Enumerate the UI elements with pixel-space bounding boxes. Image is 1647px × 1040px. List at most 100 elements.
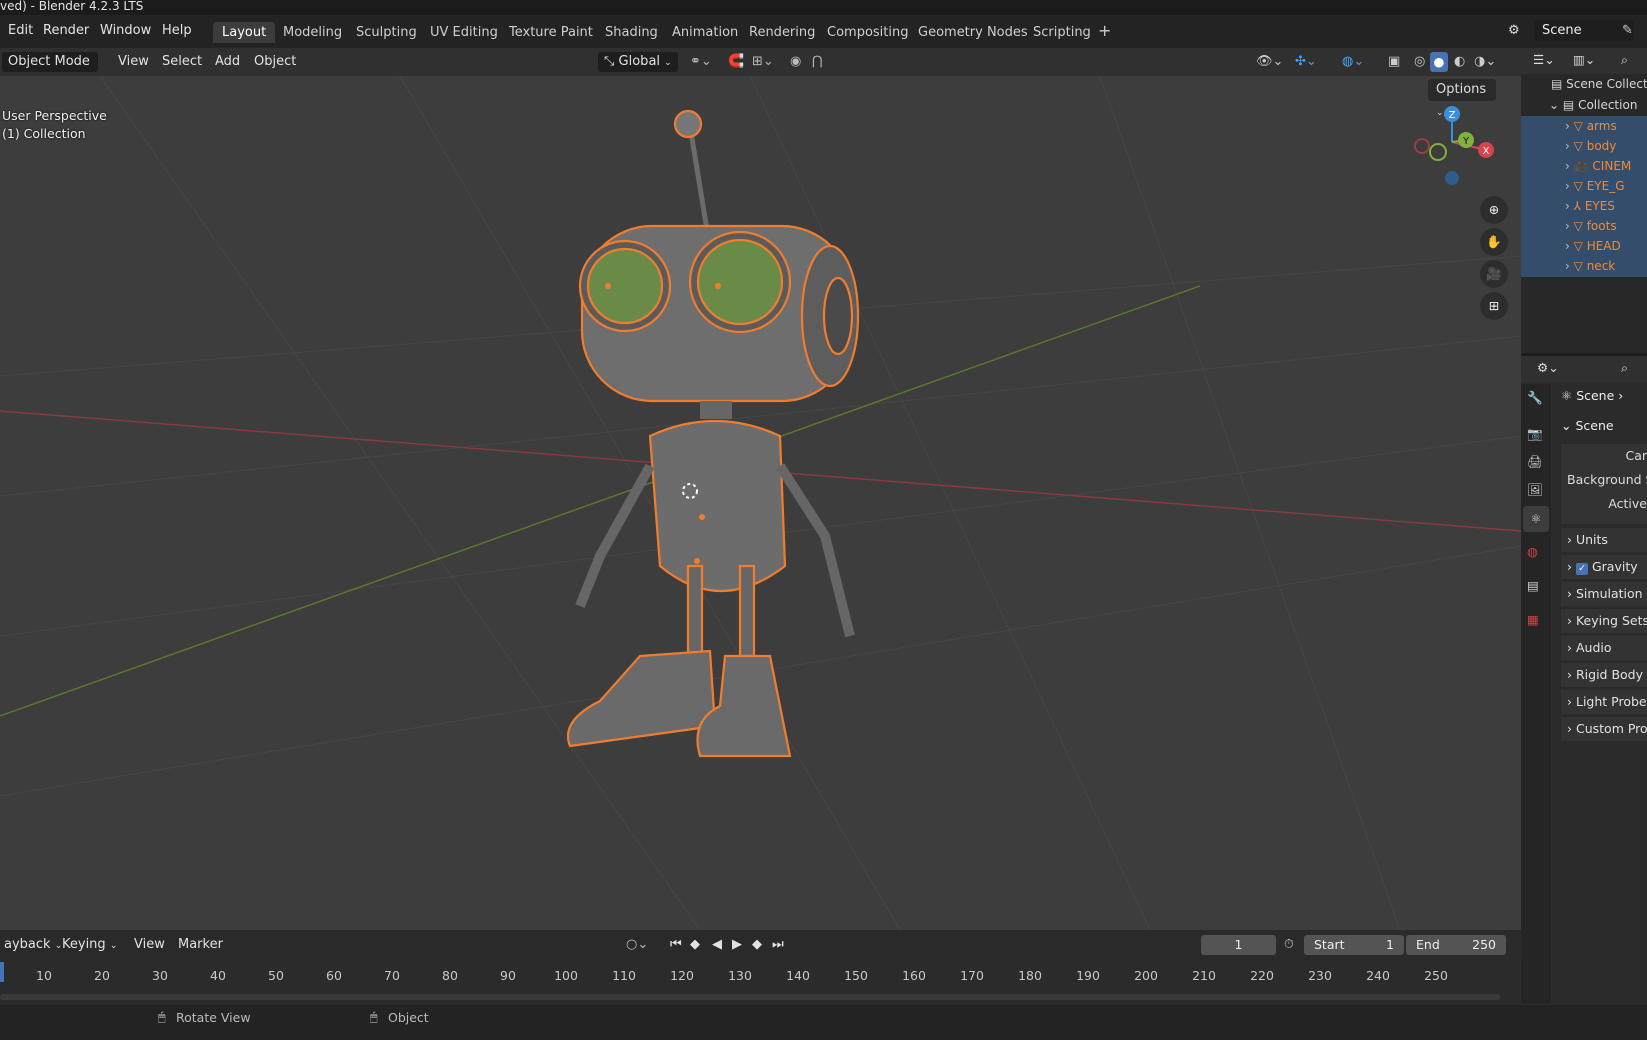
visibility-icon[interactable]: 👁⌄ bbox=[1250, 52, 1289, 72]
properties-editor-icon[interactable]: ⚙⌄ bbox=[1537, 360, 1559, 375]
chevron-right-icon: › bbox=[1567, 640, 1572, 655]
outliner-item-foots[interactable]: › ▽ foots bbox=[1521, 216, 1647, 237]
tab-sculpting[interactable]: Sculpting bbox=[356, 25, 417, 40]
scene-selector[interactable]: Scene bbox=[1534, 20, 1634, 42]
pan-hand-icon[interactable]: ✋ bbox=[1480, 228, 1508, 256]
outliner-item-body[interactable]: › ▽ body bbox=[1521, 136, 1647, 157]
panel-custom-pro[interactable]: › Custom Pro bbox=[1561, 717, 1647, 741]
zoom-icon[interactable]: ⊕ bbox=[1480, 196, 1508, 224]
snap-target-icon[interactable]: ⊞⌄ bbox=[746, 52, 780, 72]
options-dropdown[interactable]: Options ⌄ bbox=[1428, 79, 1496, 118]
xray-icon[interactable]: ▣ bbox=[1382, 52, 1406, 72]
outliner-collection[interactable]: ⌄ ▤ Collection bbox=[1521, 95, 1647, 116]
tab-layout[interactable]: Layout bbox=[213, 22, 276, 43]
outliner-item-eye_g[interactable]: › ▽ EYE_G bbox=[1521, 176, 1647, 197]
collection-tab-icon[interactable]: ▤ bbox=[1527, 578, 1539, 593]
menu-edit[interactable]: Edit bbox=[8, 23, 33, 38]
outliner-scene-collection[interactable]: ▤ Scene Collecti bbox=[1521, 74, 1647, 95]
scene-panel-header[interactable]: ⌄ Scene bbox=[1561, 418, 1647, 440]
outliner-item-cinem[interactable]: › 🎥 CINEM bbox=[1521, 156, 1647, 177]
outliner-item-label: CINEM bbox=[1592, 159, 1632, 173]
tab-texture-paint[interactable]: Texture Paint bbox=[509, 25, 593, 40]
start-frame-field[interactable]: Start 1 bbox=[1304, 935, 1404, 955]
menu-render[interactable]: Render bbox=[43, 23, 89, 38]
world-tab-icon[interactable]: ◍ bbox=[1527, 544, 1538, 559]
navigation-gizmo[interactable]: Z Y X bbox=[1400, 104, 1500, 194]
tab-rendering[interactable]: Rendering bbox=[749, 25, 815, 40]
display-mode-icon[interactable]: ▥⌄ bbox=[1573, 52, 1595, 67]
playhead[interactable] bbox=[0, 962, 4, 982]
camera-view-icon[interactable]: 🎥 bbox=[1480, 260, 1508, 288]
panel-units[interactable]: › Units bbox=[1561, 528, 1647, 552]
menu-view[interactable]: View bbox=[112, 52, 155, 72]
current-frame-field[interactable]: 1 bbox=[1201, 935, 1276, 955]
panel-label: Gravity bbox=[1591, 559, 1638, 574]
gravity-checkbox[interactable]: ✓ bbox=[1575, 563, 1588, 575]
transform-orientation-dropdown[interactable]: ⤡ Global ⌄ bbox=[598, 52, 678, 72]
outliner-item-head[interactable]: › ▽ HEAD bbox=[1521, 236, 1647, 257]
panel-gravity[interactable]: › ✓ Gravity bbox=[1561, 555, 1647, 579]
mode-dropdown[interactable]: Object Mode ⌄ bbox=[2, 52, 98, 88]
stopwatch-icon[interactable]: ⏱ bbox=[1284, 936, 1294, 952]
menu-add[interactable]: Add bbox=[209, 52, 246, 72]
3d-viewport[interactable]: User Perspective (1) Collection Options … bbox=[0, 76, 1521, 930]
ortho-grid-icon[interactable]: ⊞ bbox=[1480, 292, 1508, 320]
panel-keying-sets[interactable]: › Keying Sets bbox=[1561, 609, 1647, 633]
menu-object[interactable]: Object bbox=[248, 52, 302, 72]
editor-type-icon[interactable]: ☰⌄ bbox=[1533, 52, 1555, 67]
falloff-icon[interactable]: ⋂ bbox=[806, 52, 829, 72]
outliner-item-neck[interactable]: › ▽ neck bbox=[1521, 256, 1647, 277]
timeline-ruler[interactable]: 10 20 30 40 50 60 70 80 90 100 110 120 130 140 150 160 1… bbox=[0, 960, 1521, 1005]
tab-geometry-nodes[interactable]: Geometry Nodes bbox=[918, 25, 1028, 40]
panel-simulation[interactable]: › Simulation bbox=[1561, 582, 1647, 606]
chevron-right-icon: › bbox=[1567, 559, 1572, 574]
tab-scripting[interactable]: Scripting bbox=[1033, 25, 1091, 40]
tab-uv-editing[interactable]: UV Editing bbox=[430, 25, 498, 40]
add-workspace-icon[interactable]: + bbox=[1098, 21, 1111, 40]
properties-header: ⚙⌄ ⌕ bbox=[1521, 356, 1647, 382]
menu-window[interactable]: Window bbox=[100, 23, 151, 38]
solid-shading-icon[interactable]: ● bbox=[1430, 52, 1448, 72]
outliner-item-arms[interactable]: › ▽ arms bbox=[1521, 116, 1647, 137]
wireframe-shading-icon[interactable]: ◎ bbox=[1408, 52, 1431, 72]
play-icon[interactable]: ▶ bbox=[726, 935, 748, 955]
pivot-icon[interactable]: ⚭⌄ bbox=[684, 52, 718, 72]
tool-tab-icon[interactable]: 🔧 bbox=[1527, 390, 1543, 406]
timeline-tick: 170 bbox=[960, 968, 984, 983]
tab-animation[interactable]: Animation bbox=[672, 25, 738, 40]
pin-icon[interactable]: ✎ bbox=[1622, 23, 1633, 38]
outliner-item-eyes[interactable]: › ⅄ EYES bbox=[1521, 196, 1647, 217]
tab-shading[interactable]: Shading bbox=[605, 25, 658, 40]
jump-end-icon[interactable]: ⏭ bbox=[766, 935, 790, 955]
view-layer-tab-icon[interactable]: 🖼 bbox=[1527, 482, 1543, 498]
output-tab-icon[interactable]: 🖨 bbox=[1527, 454, 1543, 470]
menu-marker[interactable]: Marker bbox=[172, 935, 229, 955]
mesh-icon: ▽ bbox=[1573, 239, 1583, 253]
scene-tab-icon[interactable]: ⚛ bbox=[1523, 506, 1549, 532]
prev-keyframe-icon[interactable]: ◆ bbox=[684, 935, 706, 955]
menu-keying[interactable]: Keying ⌄ bbox=[56, 935, 123, 955]
rendered-shading-icon[interactable]: ◑⌄ bbox=[1468, 52, 1502, 72]
gizmo-icon[interactable]: ✣⌄ bbox=[1289, 52, 1323, 72]
panel-rigid-body[interactable]: › Rigid Body bbox=[1561, 663, 1647, 687]
tab-modeling[interactable]: Modeling bbox=[283, 25, 342, 40]
play-reverse-icon[interactable]: ◀ bbox=[706, 935, 728, 955]
properties-search-icon[interactable]: ⌕ bbox=[1621, 360, 1628, 376]
robot-model[interactable] bbox=[560, 106, 900, 806]
overlay-icon[interactable]: ◍⌄ bbox=[1336, 52, 1370, 72]
tab-compositing[interactable]: Compositing bbox=[827, 25, 909, 40]
timeline-scrollbar[interactable] bbox=[0, 994, 1500, 1000]
menu-help[interactable]: Help bbox=[162, 23, 192, 38]
end-frame-field[interactable]: End 250 bbox=[1406, 935, 1506, 955]
gizmo-z-label: Z bbox=[1449, 110, 1456, 121]
proportional-edit-icon[interactable]: ◉ bbox=[784, 52, 807, 72]
render-tab-icon[interactable]: 📷 bbox=[1527, 426, 1543, 442]
panel-light-probe[interactable]: › Light Probe bbox=[1561, 690, 1647, 714]
auto-key-icon[interactable]: ○⌄ bbox=[620, 935, 654, 955]
menu-select[interactable]: Select bbox=[156, 52, 208, 72]
search-icon[interactable]: ⌕ bbox=[1621, 52, 1628, 68]
panel-audio[interactable]: › Audio bbox=[1561, 636, 1647, 660]
menu-timeline-view[interactable]: View bbox=[128, 935, 171, 955]
texture-tab-icon[interactable]: ▦ bbox=[1527, 612, 1539, 627]
next-keyframe-icon[interactable]: ◆ bbox=[746, 935, 768, 955]
